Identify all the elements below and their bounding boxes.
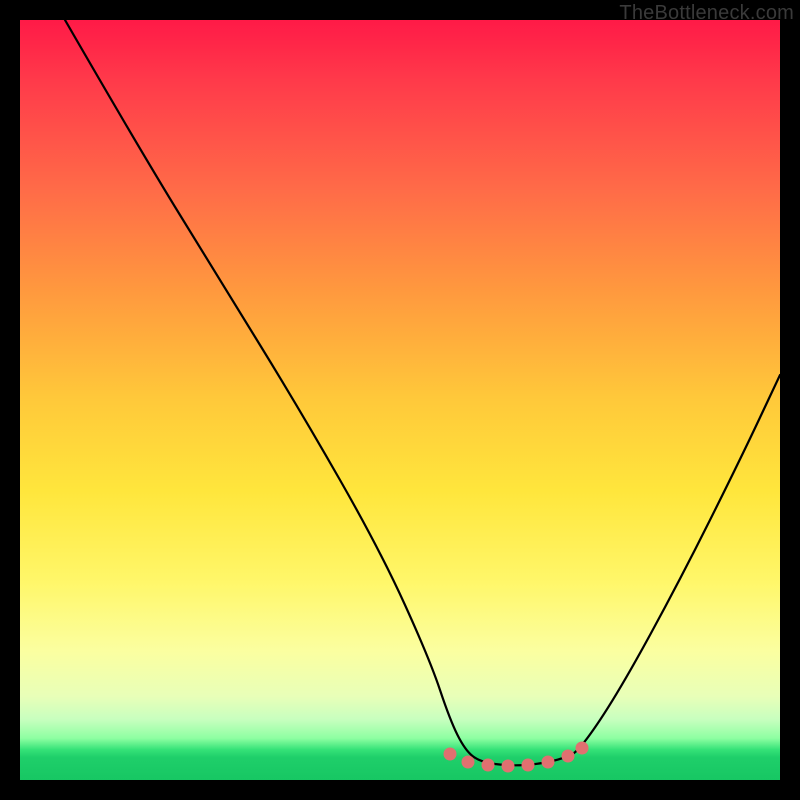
chart-stage: TheBottleneck.com (0, 0, 800, 800)
curve-layer (20, 20, 780, 780)
marker-dot (522, 759, 535, 772)
marker-dot (576, 742, 589, 755)
marker-dot (444, 748, 457, 761)
bottleneck-curve (65, 20, 780, 765)
marker-dot (482, 759, 495, 772)
plot-area (20, 20, 780, 780)
marker-dot (562, 750, 575, 763)
flat-region-markers (444, 742, 589, 773)
marker-dot (502, 760, 515, 773)
marker-dot (462, 756, 475, 769)
marker-dot (542, 756, 555, 769)
